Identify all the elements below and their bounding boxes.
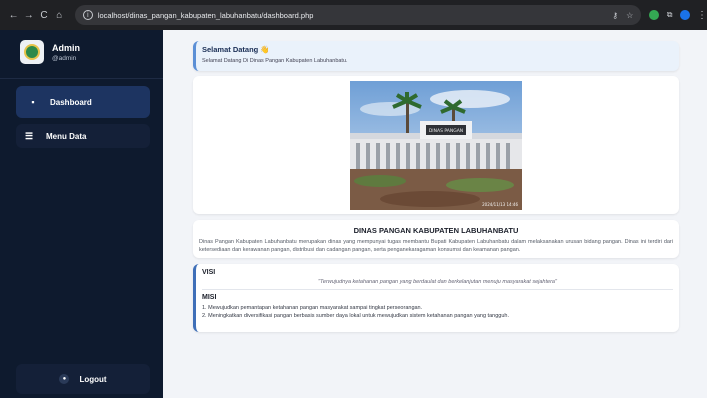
welcome-card: Selamat Datang 👋 Selamat Datang Di Dinas…: [193, 41, 679, 71]
avatar: [20, 40, 44, 64]
agency-title: DINAS PANGAN KABUPATEN LABUHANBATU: [353, 226, 519, 235]
waving-hand-icon: 👋: [260, 45, 270, 54]
logout-icon: ●: [59, 374, 70, 384]
bookmark-star-icon[interactable]: ☆: [626, 11, 633, 20]
dashboard-icon: ▪: [31, 97, 35, 107]
back-icon[interactable]: ←: [6, 10, 21, 21]
user-profile: Admin @admin: [0, 30, 163, 74]
extension-green-icon[interactable]: [649, 10, 659, 20]
visi-text: "Terwujudnya ketahanan pangan yang berda…: [318, 279, 557, 285]
office-building-photo: DINAS PANGAN 2024/11/13 14:46: [350, 81, 522, 210]
sidebar-item-label: Menu Data: [46, 131, 87, 141]
about-card: DINAS PANGAN KABUPATEN LABUHANBATU Dinas…: [193, 220, 679, 258]
address-bar[interactable]: i localhost/dinas_pangan_kabupaten_labuh…: [74, 5, 642, 25]
sidebar-item-label: Dashboard: [50, 97, 92, 107]
welcome-title-text: Selamat Datang: [202, 45, 259, 54]
visi-heading: VISI: [202, 269, 216, 276]
browser-toolbar: ← → C ⌂ i localhost/dinas_pangan_kabupat…: [0, 0, 707, 30]
home-icon[interactable]: ⌂: [52, 10, 67, 21]
list-item: 2. Meningkatkan diversifikasi pangan ber…: [202, 313, 509, 319]
sidebar-divider: [0, 78, 163, 79]
misi-heading: MISI: [202, 294, 217, 301]
forward-icon[interactable]: →: [21, 10, 36, 21]
menu-icon: ☰: [24, 130, 34, 141]
photo-timestamp: 2024/11/13 14:46: [482, 202, 518, 207]
agency-logo-icon: [24, 44, 40, 60]
logout-button[interactable]: ● Logout: [16, 364, 150, 394]
sidebar: Admin @admin ▪ Dashboard ☰ Menu Data ● L…: [0, 30, 163, 398]
list-item: 1. Mewujudkan pemantapan ketahanan panga…: [202, 305, 423, 311]
url-text[interactable]: localhost/dinas_pangan_kabupaten_labuhan…: [98, 11, 604, 20]
misi-list: 1. Mewujudkan pemantapan ketahanan panga…: [202, 304, 673, 320]
agency-description: Dinas Pangan Kabupaten Labuhanbatu merup…: [199, 239, 673, 253]
site-info-icon[interactable]: i: [82, 10, 93, 20]
logout-label: Logout: [79, 374, 107, 384]
extensions-puzzle-icon[interactable]: ⧉: [667, 10, 673, 20]
visi-misi-card: VISI "Terwujudnya ketahanan pangan yang …: [193, 264, 679, 332]
building-sign: DINAS PANGAN: [429, 128, 463, 134]
office-photo-card: DINAS PANGAN 2024/11/13 14:46: [193, 76, 679, 214]
welcome-message: Selamat Datang Di Dinas Pangan Kabupaten…: [202, 58, 348, 64]
sidebar-item-menu-data[interactable]: ☰ Menu Data: [16, 124, 150, 148]
profile-avatar-icon[interactable]: [680, 10, 690, 20]
browser-menu-icon[interactable]: ⋮: [697, 10, 707, 21]
password-key-icon[interactable]: ⚷: [612, 11, 618, 20]
user-name: Admin: [52, 42, 80, 53]
sidebar-item-dashboard[interactable]: ▪ Dashboard: [16, 86, 150, 118]
section-divider: [202, 289, 673, 290]
reload-icon[interactable]: C: [36, 10, 51, 21]
welcome-title: Selamat Datang 👋: [202, 45, 673, 54]
user-handle: @admin: [52, 54, 77, 62]
